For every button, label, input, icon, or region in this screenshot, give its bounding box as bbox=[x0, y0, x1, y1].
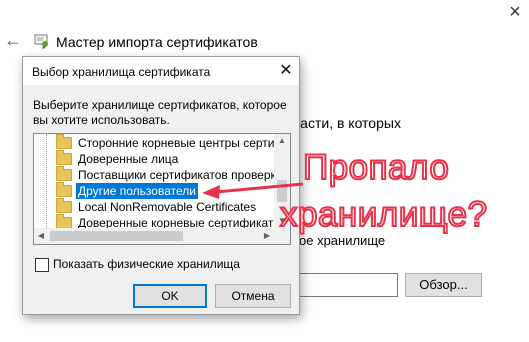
dialog-instruction: Выберите хранилище сертификатов, которое… bbox=[33, 98, 287, 127]
annotation-line-2: хранилище? bbox=[279, 194, 488, 235]
folder-icon bbox=[56, 182, 72, 197]
wizard-partial-text-2: ое хранилище bbox=[299, 233, 386, 248]
tree-item-label: Поставщики сертификатов проверки г bbox=[78, 168, 291, 182]
wizard-title: Мастер импорта сертификатов bbox=[56, 34, 258, 50]
store-tree[interactable]: Сторонние корневые центры сертифи Довере… bbox=[33, 133, 291, 245]
tree-item-selected[interactable]: Другие пользователи bbox=[34, 182, 274, 199]
annotation-line-1: Пропало bbox=[302, 147, 450, 188]
folder-icon bbox=[56, 166, 72, 181]
horizontal-scrollbar[interactable]: ◀ ▶ bbox=[34, 228, 274, 244]
dialog-close-icon[interactable]: ✕ bbox=[275, 60, 297, 82]
horizontal-scroll-thumb[interactable] bbox=[50, 231, 183, 241]
back-arrow-icon[interactable]: ← bbox=[4, 30, 22, 50]
tree-item[interactable]: Сторонние корневые центры сертифи bbox=[34, 134, 290, 151]
wizard-partial-text-1: ласти, в которых bbox=[292, 115, 401, 131]
close-icon[interactable]: × bbox=[503, 0, 527, 24]
certificate-icon bbox=[34, 34, 48, 49]
tree-item-label: Сторонние корневые центры сертифи bbox=[78, 136, 291, 150]
show-physical-label: Показать физические хранилища bbox=[53, 257, 240, 271]
scroll-up-icon[interactable]: ▲ bbox=[274, 134, 290, 148]
wizard-header: ← Мастер импорта сертификатов bbox=[0, 28, 529, 56]
store-name-field[interactable] bbox=[286, 273, 398, 297]
dialog-title: Выбор хранилища сертификата bbox=[32, 65, 211, 79]
dialog-titlebar: Выбор хранилища сертификата ✕ bbox=[23, 57, 299, 85]
tree-item[interactable]: Доверенные лица bbox=[34, 150, 274, 167]
screen: ← Мастер импорта сертификатов × ласти, в… bbox=[0, 0, 529, 342]
show-physical-checkbox[interactable] bbox=[35, 258, 49, 272]
scroll-left-icon[interactable]: ◀ bbox=[34, 228, 48, 244]
scroll-right-icon[interactable]: ▶ bbox=[260, 228, 274, 244]
select-store-dialog: Выбор хранилища сертификата ✕ Выберите х… bbox=[22, 56, 300, 315]
tree-item-label: Доверенные лица bbox=[78, 152, 179, 166]
tree-item-label: Local NonRemovable Certificates bbox=[78, 200, 257, 214]
browse-button[interactable]: Обзор... bbox=[405, 273, 482, 297]
ok-button[interactable]: OK bbox=[133, 284, 207, 308]
folder-icon bbox=[56, 134, 72, 149]
cancel-button[interactable]: Отмена bbox=[215, 284, 291, 308]
tree-item[interactable]: Local NonRemovable Certificates bbox=[34, 198, 274, 215]
tree-item-label: Другие пользователи bbox=[76, 183, 198, 199]
folder-icon bbox=[56, 198, 72, 213]
folder-icon bbox=[56, 150, 72, 165]
tree-item[interactable]: Поставщики сертификатов проверки г bbox=[34, 166, 290, 183]
